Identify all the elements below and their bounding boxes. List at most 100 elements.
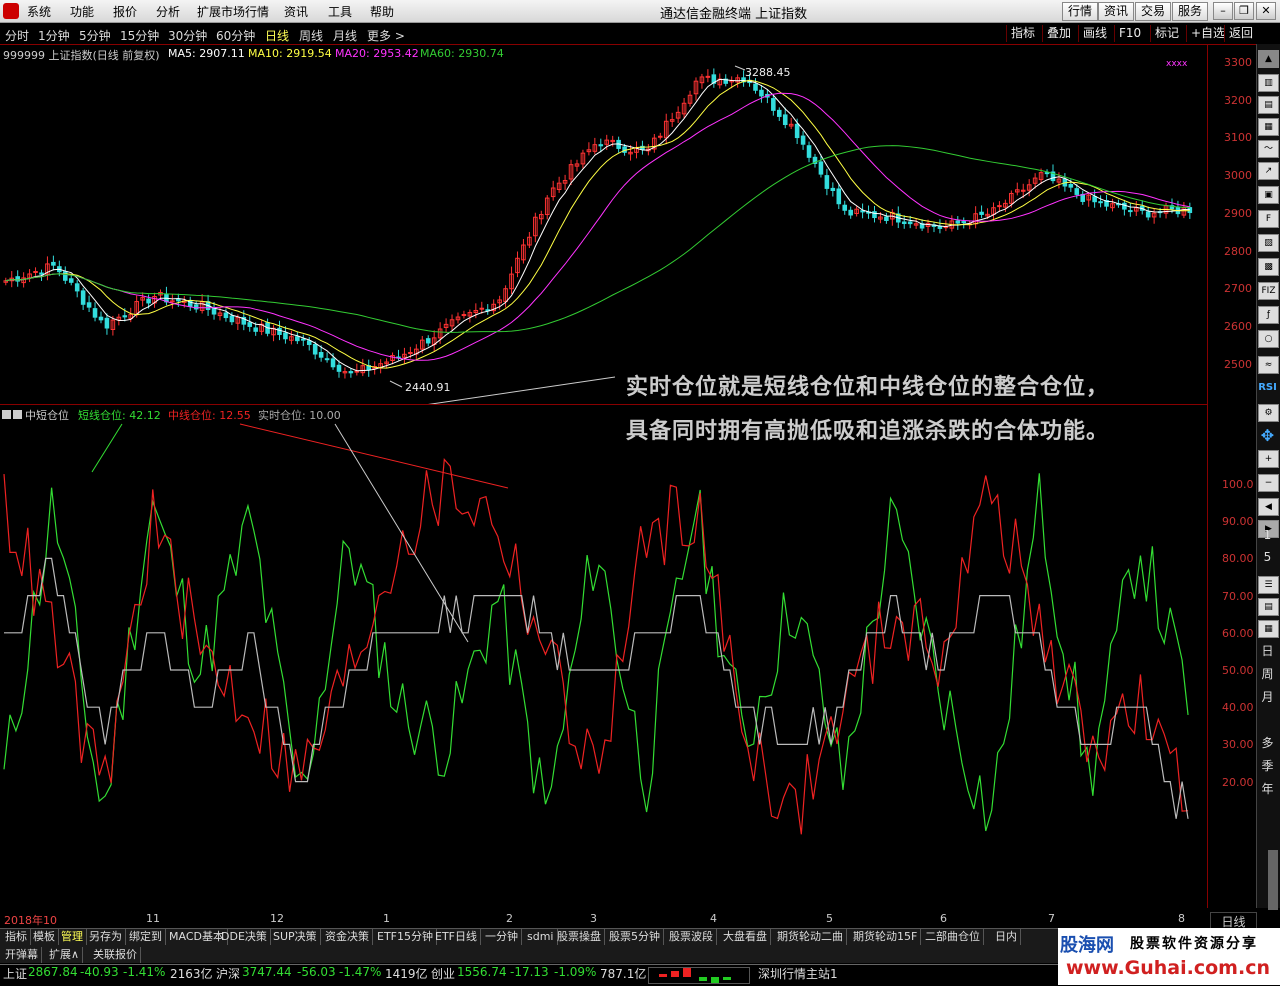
menu-quote[interactable]: 报价: [113, 3, 137, 20]
server-status[interactable]: 深圳行情主站1: [758, 965, 838, 982]
period-30min[interactable]: 30分钟: [168, 27, 207, 44]
settings-icon[interactable]: ⚙: [1258, 404, 1279, 422]
danmaku-button[interactable]: 开弹幕: [2, 947, 42, 963]
period-15min[interactable]: 15分钟: [120, 27, 159, 44]
grid-icon[interactable]: ▩: [1258, 258, 1279, 276]
restore-icon[interactable]: ❐: [1234, 2, 1254, 20]
period-1min[interactable]: 1分钟: [38, 27, 70, 44]
formula-tab[interactable]: 日内: [992, 929, 1021, 945]
quote-button[interactable]: 行情: [1062, 2, 1099, 21]
period-monthly[interactable]: 月线: [333, 27, 357, 44]
bar-icon[interactable]: ▤: [1258, 96, 1279, 114]
hs-index-value: 3747.44: [242, 965, 292, 979]
list-icon[interactable]: ☰: [1258, 576, 1279, 594]
formula-tab[interactable]: ETF15分钟: [374, 929, 437, 945]
menu-analysis[interactable]: 分析: [156, 3, 180, 20]
tab-f10[interactable]: F10: [1114, 25, 1145, 42]
formula-tab[interactable]: 资金决策: [322, 929, 373, 945]
position-oscillator-chart[interactable]: [0, 406, 1207, 908]
table-icon[interactable]: ▦: [1258, 620, 1279, 638]
formula-tab[interactable]: 另存为: [86, 929, 126, 945]
zoom-in-icon[interactable]: +: [1258, 450, 1279, 468]
period-daily[interactable]: 日线: [265, 27, 289, 44]
formula-tab[interactable]: 股票操盘: [554, 929, 605, 945]
period-60min[interactable]: 60分钟: [216, 27, 255, 44]
fx-icon[interactable]: ƒ: [1258, 306, 1279, 324]
osc-tick-label: 40.00: [1222, 701, 1254, 715]
doc-icon[interactable]: ▤: [1258, 598, 1279, 616]
month-button[interactable]: 月: [1258, 688, 1277, 705]
scroll-up-icon[interactable]: ▲: [1258, 50, 1279, 68]
formula-tab[interactable]: 模板: [30, 929, 59, 945]
period-more[interactable]: 更多 >: [367, 27, 405, 44]
menu-info[interactable]: 资讯: [284, 3, 308, 20]
tab-draw[interactable]: 画线: [1078, 25, 1111, 42]
tab-add-favorite[interactable]: +自选: [1186, 25, 1229, 42]
tab-overlay[interactable]: 叠加: [1042, 25, 1075, 42]
formula-tab[interactable]: 管理: [58, 929, 87, 945]
candle-icon[interactable]: ▦: [1258, 118, 1279, 136]
rsi-icon[interactable]: RSI: [1258, 382, 1277, 393]
formula-tab[interactable]: 期货轮动15F: [850, 929, 922, 945]
multi-button[interactable]: 多: [1258, 734, 1277, 751]
day-button[interactable]: 日: [1258, 642, 1277, 659]
pane-divider: [0, 404, 1207, 405]
formula-tab[interactable]: 期货轮动二曲: [774, 929, 847, 945]
formula-tab[interactable]: SUP决策: [270, 929, 321, 945]
tab-indicator[interactable]: 指标: [1006, 25, 1039, 42]
date-label: 8: [1178, 912, 1185, 925]
tab-back[interactable]: 返回: [1224, 25, 1257, 42]
formula-tab[interactable]: DDE决策: [218, 929, 271, 945]
prev-icon[interactable]: ◀: [1258, 498, 1279, 516]
formula-tab[interactable]: 指标: [2, 929, 31, 945]
calc-icon[interactable]: ▣: [1258, 186, 1279, 204]
tab-mark[interactable]: 标记: [1150, 25, 1183, 42]
year-button[interactable]: 年: [1258, 780, 1277, 797]
circle-icon[interactable]: ○: [1258, 330, 1279, 348]
fiz-icon[interactable]: FIZ: [1258, 282, 1279, 300]
menu-system[interactable]: 系统: [27, 3, 51, 20]
period-5min[interactable]: 5分钟: [79, 27, 111, 44]
indicator-toggle-icon[interactable]: [2, 410, 11, 419]
close-icon[interactable]: ✕: [1256, 2, 1276, 20]
menu-function[interactable]: 功能: [70, 3, 94, 20]
kline-icon[interactable]: ▥: [1258, 74, 1279, 92]
period-weekly[interactable]: 周线: [299, 27, 323, 44]
service-button[interactable]: 服务: [1172, 2, 1209, 21]
formula-tab[interactable]: 一分钟: [482, 929, 522, 945]
candle-body: [955, 220, 961, 224]
trade-button[interactable]: 交易: [1135, 2, 1172, 21]
fn-icon[interactable]: F: [1258, 210, 1279, 228]
formula-tab[interactable]: sdmi: [524, 929, 558, 945]
week-button[interactable]: 周: [1258, 665, 1277, 682]
period-1-button[interactable]: 1: [1258, 528, 1277, 542]
indicator-settings-icon[interactable]: [13, 410, 22, 419]
menu-ext-market[interactable]: 扩展市场行情: [197, 3, 269, 20]
wave-icon[interactable]: ≈: [1258, 356, 1279, 374]
info-button[interactable]: 资讯: [1098, 2, 1135, 21]
period-intraday[interactable]: 分时: [5, 27, 29, 44]
menu-tools[interactable]: 工具: [328, 3, 352, 20]
minimize-icon[interactable]: –: [1213, 2, 1233, 20]
period-5-button[interactable]: 5: [1258, 550, 1277, 564]
formula-tab[interactable]: ETF日线: [432, 929, 481, 945]
formula-tab[interactable]: 股票波段: [666, 929, 717, 945]
trend-icon[interactable]: ↗: [1258, 162, 1279, 180]
candle-body: [794, 123, 800, 139]
chart-icon[interactable]: ▨: [1258, 234, 1279, 252]
move-icon[interactable]: ✥: [1258, 426, 1277, 445]
formula-tab[interactable]: 二部曲仓位: [922, 929, 984, 945]
quarter-button[interactable]: 季: [1258, 757, 1277, 774]
zoom-out-icon[interactable]: −: [1258, 474, 1279, 492]
sidebar-scrollbar[interactable]: [1268, 850, 1278, 910]
expand-button[interactable]: 扩展∧: [46, 947, 84, 963]
formula-tab[interactable]: 股票5分钟: [606, 929, 664, 945]
formula-tab[interactable]: 大盘看盘: [720, 929, 771, 945]
menu-help[interactable]: 帮助: [370, 3, 394, 20]
formula-tab[interactable]: 绑定到: [126, 929, 166, 945]
line-icon[interactable]: 〜: [1258, 140, 1279, 158]
related-quote-button[interactable]: 关联报价: [90, 947, 141, 963]
candle-body: [330, 358, 336, 368]
candle-body: [39, 272, 44, 275]
price-chart[interactable]: xxxx: [0, 44, 1207, 404]
